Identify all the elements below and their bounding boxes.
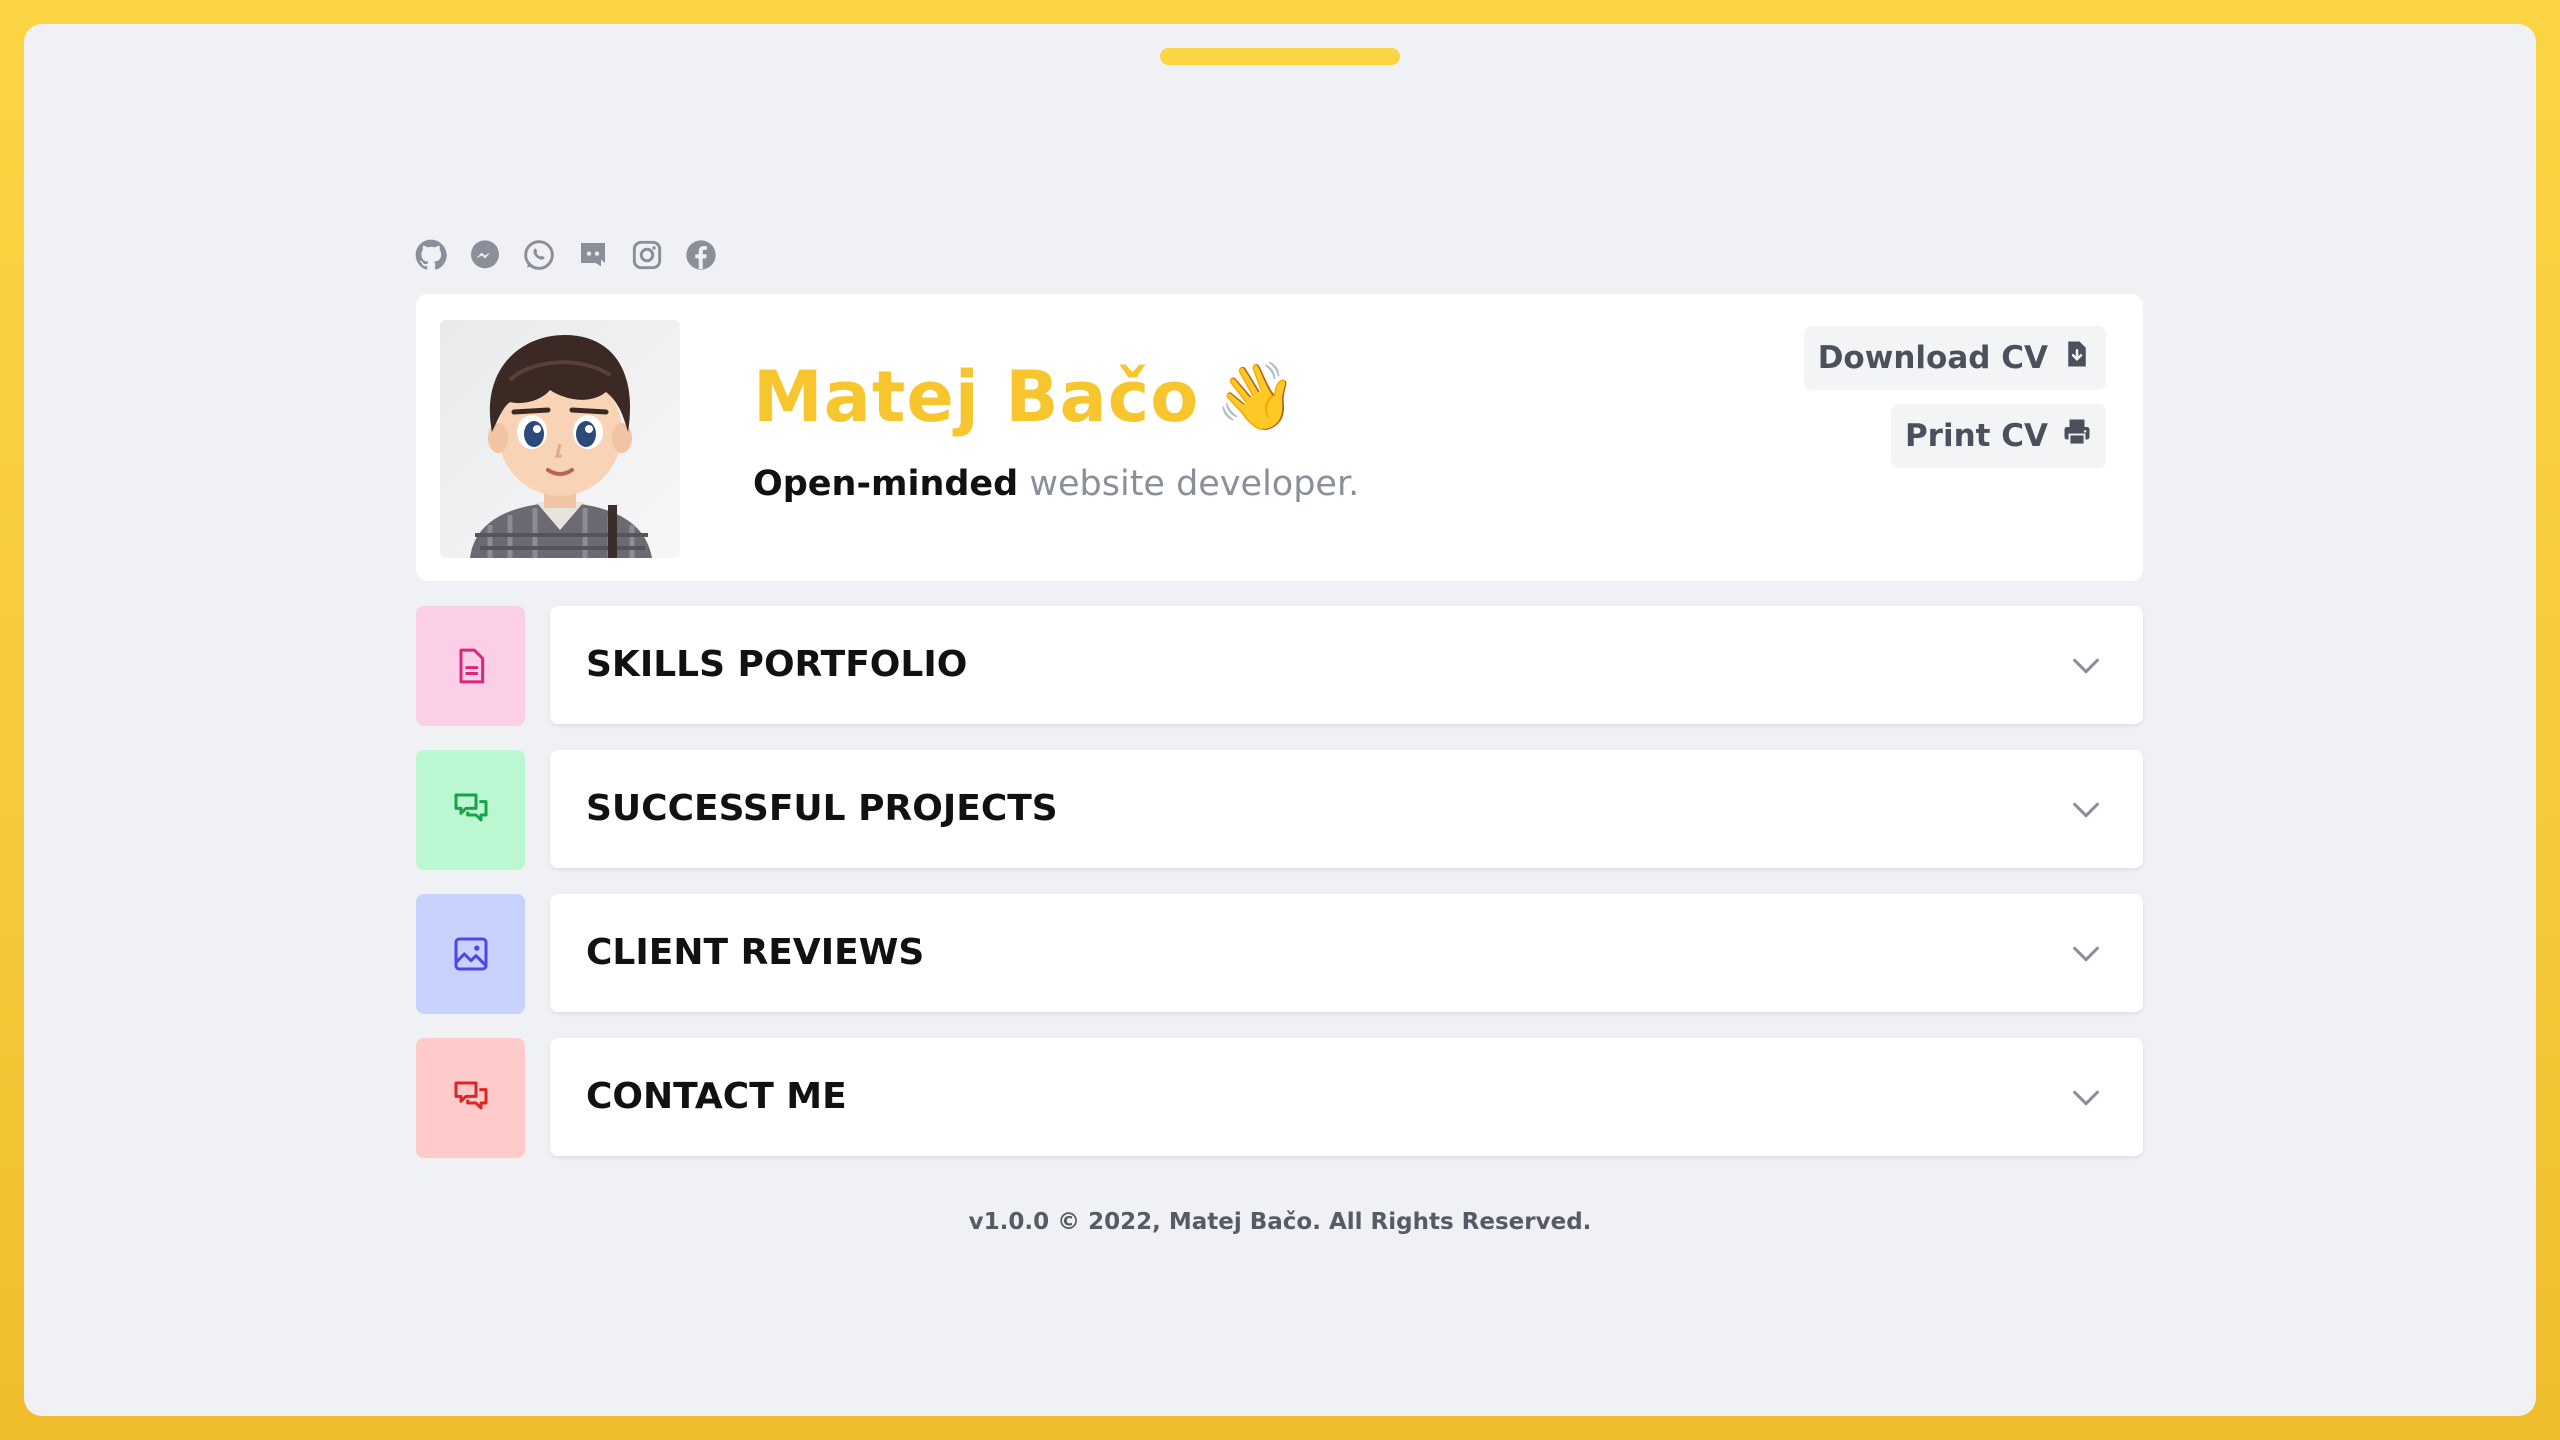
chat-icon [416, 750, 525, 870]
chevron-down-icon [2073, 946, 2099, 962]
waving-hand-emoji: 👋 [1215, 358, 1299, 435]
file-download-icon [2062, 339, 2092, 377]
section-title: SKILLS PORTFOLIO [586, 644, 968, 685]
profile-name: Matej Bačo 👋 [753, 356, 1299, 438]
profile-name-text: Matej Bačo [753, 356, 1200, 438]
section-title: SUCCESSFUL PROJECTS [586, 788, 1058, 829]
print-cv-button[interactable]: Print CV [1890, 404, 2106, 468]
whatsapp-icon[interactable] [523, 239, 555, 271]
chevron-down-icon [2073, 1090, 2099, 1106]
chevron-down-icon [2073, 658, 2099, 674]
profile-tagline: Open-minded website developer. [753, 464, 1359, 504]
social-links [415, 239, 717, 271]
top-handle-bar [1160, 48, 1400, 65]
printer-icon [2062, 417, 2092, 455]
chat-icon [416, 1038, 525, 1158]
avatar [440, 320, 680, 558]
section-title: CONTACT ME [586, 1076, 847, 1117]
chevron-down-icon [2073, 802, 2099, 818]
facebook-icon[interactable] [685, 239, 717, 271]
discord-icon[interactable] [577, 239, 609, 271]
download-cv-button[interactable]: Download CV [1803, 326, 2106, 390]
tagline-rest: website developer. [1029, 464, 1360, 504]
download-cv-label: Download CV [1817, 340, 2048, 376]
section-title: CLIENT REVIEWS [586, 932, 925, 973]
section-successful-projects: SUCCESSFUL PROJECTS [416, 750, 2143, 870]
instagram-icon[interactable] [631, 239, 663, 271]
accordion-contact-me[interactable]: CONTACT ME [550, 1038, 2143, 1156]
section-skills-portfolio: SKILLS PORTFOLIO [416, 606, 2143, 726]
github-icon[interactable] [415, 239, 447, 271]
tagline-strong: Open-minded [753, 464, 1019, 504]
accordion-client-reviews[interactable]: CLIENT REVIEWS [550, 894, 2143, 1012]
profile-card: Matej Bačo 👋 Open-minded website develop… [416, 294, 2143, 581]
messenger-icon[interactable] [469, 239, 501, 271]
section-contact-me: CONTACT ME [416, 1038, 2143, 1158]
print-cv-label: Print CV [1904, 418, 2048, 454]
footer-copyright: v1.0.0 © 2022, Matej Bačo. All Rights Re… [968, 1209, 1592, 1235]
image-icon [416, 894, 525, 1014]
accordion-successful-projects[interactable]: SUCCESSFUL PROJECTS [550, 750, 2143, 868]
accordion-skills-portfolio[interactable]: SKILLS PORTFOLIO [550, 606, 2143, 724]
section-client-reviews: CLIENT REVIEWS [416, 894, 2143, 1014]
document-icon [416, 606, 525, 726]
page-frame: Matej Bačo 👋 Open-minded website develop… [24, 24, 2536, 1416]
